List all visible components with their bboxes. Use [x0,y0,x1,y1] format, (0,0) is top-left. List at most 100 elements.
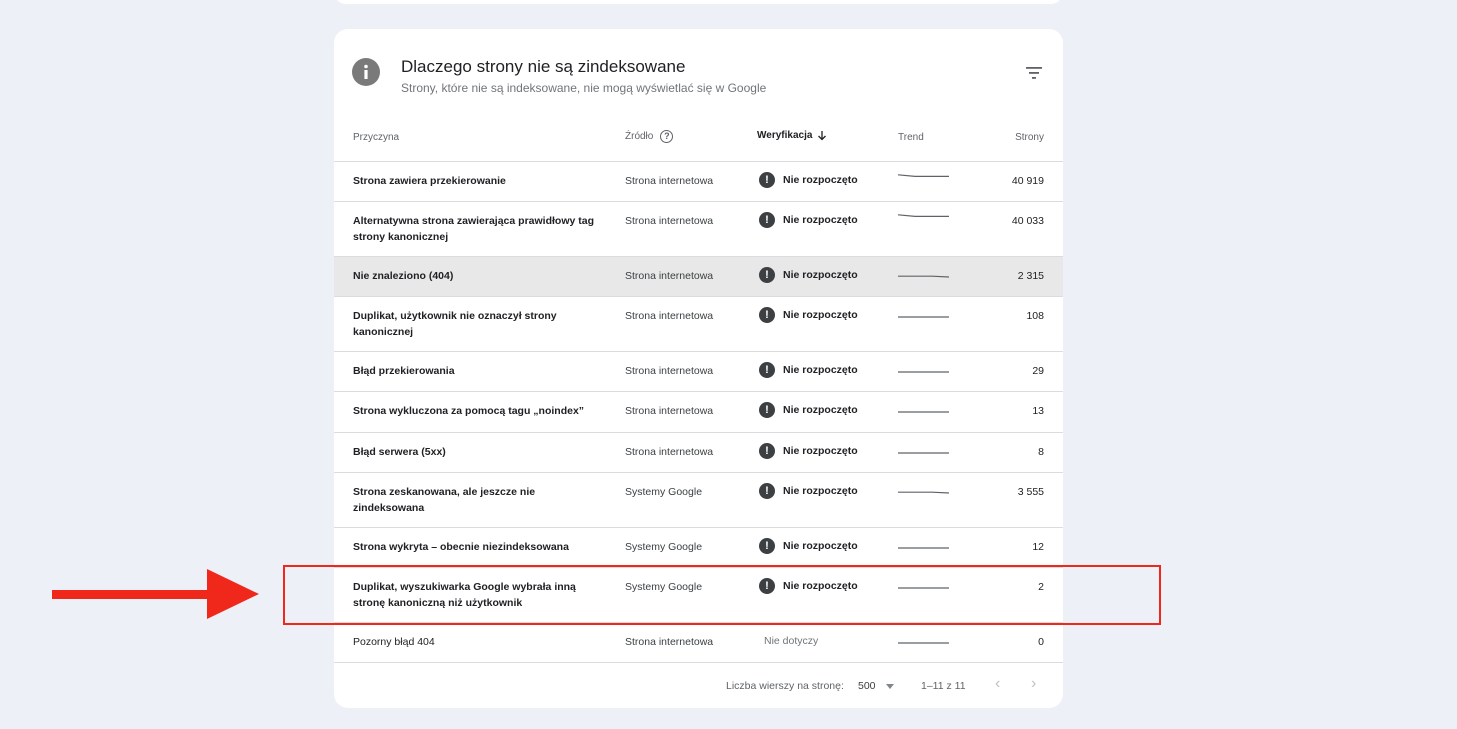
exclamation-circle-icon: ! [759,402,775,418]
table-row[interactable]: Błąd serwera (5xx) Strona internetowa! Nie… [334,433,1063,473]
row-source: Strona internetowa [625,270,714,282]
pagination-range: 1–11 z 11 [921,680,966,692]
info-icon [352,58,380,86]
row-pages-count: 13 [1032,405,1044,417]
row-verification: ! Nie rozpoczęto [759,538,858,554]
row-source: Strona internetowa [625,636,714,648]
row-trend-sparkline [898,642,949,644]
table-row[interactable]: Alternatywna strona zawierająca prawidło… [334,202,1063,257]
row-source: Systemy Google [625,486,703,498]
rows-per-page-value: 500 [858,680,876,692]
chevron-left-icon[interactable]: ‹ [995,675,1000,693]
row-verification-label: Nie rozpoczęto [783,364,858,376]
table-row[interactable]: Pozorny błąd 404 Strona internetowa Nie do… [334,623,1063,663]
rows-per-page-select[interactable]: 500 [858,680,894,692]
help-icon[interactable]: ? [660,130,674,143]
row-verification: ! Nie rozpoczęto [759,307,858,323]
row-verification-label: Nie dotyczy [764,635,819,647]
exclamation-circle-icon: ! [759,362,775,378]
row-trend-sparkline [898,214,949,217]
filter-icon[interactable] [1024,65,1044,81]
row-trend-sparkline [898,411,949,413]
row-verification: ! Nie rozpoczęto [759,443,858,459]
arrow-down-icon [818,131,827,141]
red-arrow-icon [52,590,217,599]
exclamation-circle-icon: ! [759,538,775,554]
table-row[interactable]: Strona zeskanowana, ale jeszcze nie zind… [334,473,1063,528]
row-reason: Alternatywna strona zawierająca prawidło… [353,215,594,243]
column-header-source[interactable]: Źródło ? [625,130,674,143]
row-verification-label: Nie rozpoczęto [783,540,858,552]
row-trend-sparkline [898,174,949,177]
row-reason: Duplikat, użytkownik nie oznaczył strony… [353,310,557,338]
row-reason: Strona wykryta – obecnie niezindeksowana [353,541,569,553]
row-pages-count: 0 [1038,636,1044,648]
row-source: Strona internetowa [625,405,714,417]
row-reason: Błąd serwera (5xx) [353,446,446,458]
row-verification: ! Nie rozpoczęto [759,267,858,283]
row-verification-label: Nie rozpoczęto [783,485,858,497]
row-verification-label: Nie rozpoczęto [783,269,858,281]
exclamation-circle-icon: ! [759,483,775,499]
exclamation-circle-icon: ! [759,443,775,459]
row-reason: Strona zeskanowana, ale jeszcze nie zind… [353,486,536,514]
card-title: Dlaczego strony nie są zindeksowane [401,57,686,76]
row-verification-label: Nie rozpoczęto [783,309,858,321]
table-row[interactable]: Błąd przekierowania Strona internetowa! Ni… [334,352,1063,392]
row-pages-count: 8 [1038,446,1044,458]
row-pages-count: 2 315 [1017,270,1044,282]
column-header-verification[interactable]: Weryfikacja [757,130,827,141]
row-reason: Nie znaleziono (404) [353,270,454,282]
table-pagination: Liczba wierszy na stronę: 500 1–11 z 11 … [334,663,1063,708]
exclamation-circle-icon: ! [759,172,775,188]
column-header-reason[interactable]: Przyczyna [353,132,399,143]
row-verification: ! Nie rozpoczęto [759,172,858,188]
card-subtitle: Strony, które nie są indeksowane, nie mo… [401,81,767,95]
column-header-pages[interactable]: Strony [1015,132,1044,143]
dropdown-arrow-icon [885,683,894,689]
row-pages-count: 40 919 [1011,175,1044,187]
table-row[interactable]: Duplikat, użytkownik nie oznaczył strony… [334,297,1063,352]
table-header: Przyczyna Źródło ? Weryfikacja Trend Str… [334,120,1063,162]
exclamation-circle-icon: ! [759,307,775,323]
row-reason: Strona wykluczona za pomocą tagu „noinde… [353,405,585,417]
row-verification: ! Nie rozpoczęto [759,362,858,378]
previous-card [334,0,1063,4]
table-row[interactable]: Strona zawiera przekierowanie Strona inte… [334,162,1063,202]
row-source: Systemy Google [625,541,703,553]
column-header-verification-label: Weryfikacja [757,130,813,141]
row-source: Strona internetowa [625,446,714,458]
table-row[interactable]: Strona wykluczona za pomocą tagu „noinde… [334,392,1063,433]
table-row[interactable]: Nie znaleziono (404) Strona internetowa! N… [334,257,1063,297]
row-source: Strona internetowa [625,310,714,322]
row-verification: ! Nie rozpoczęto [759,483,858,499]
row-pages-count: 29 [1032,365,1044,377]
rows-per-page-label: Liczba wierszy na stronę: [726,680,844,692]
highlight-annotation-box [283,565,1161,625]
column-header-trend: Trend [898,132,924,143]
table-row[interactable]: Strona wykryta – obecnie niezindeksowana… [334,528,1063,568]
row-trend-sparkline [898,452,949,454]
chevron-right-icon[interactable]: › [1031,675,1036,693]
row-pages-count: 12 [1032,541,1044,553]
row-verification: ! Nie rozpoczęto [759,402,858,418]
row-reason: Błąd przekierowania [353,365,455,377]
row-pages-count: 40 033 [1011,215,1044,227]
row-trend-sparkline [898,275,950,278]
row-verification-label: Nie rozpoczęto [783,445,858,457]
row-source: Strona internetowa [625,365,714,377]
exclamation-circle-icon: ! [759,212,775,228]
row-verification-label: Nie rozpoczęto [783,214,858,226]
exclamation-circle-icon: ! [759,267,775,283]
row-trend-sparkline [898,547,949,549]
row-pages-count: 3 555 [1017,486,1044,498]
row-source: Strona internetowa [625,175,714,187]
row-verification-label: Nie rozpoczęto [783,174,858,186]
row-verification: ! Nie rozpoczęto [759,212,858,228]
column-header-source-label: Źródło [625,131,654,142]
red-arrow-head [207,569,259,619]
row-trend-sparkline [898,491,950,494]
row-reason: Pozorny błąd 404 [353,636,435,648]
row-pages-count: 108 [1026,310,1044,322]
row-source: Strona internetowa [625,215,714,227]
